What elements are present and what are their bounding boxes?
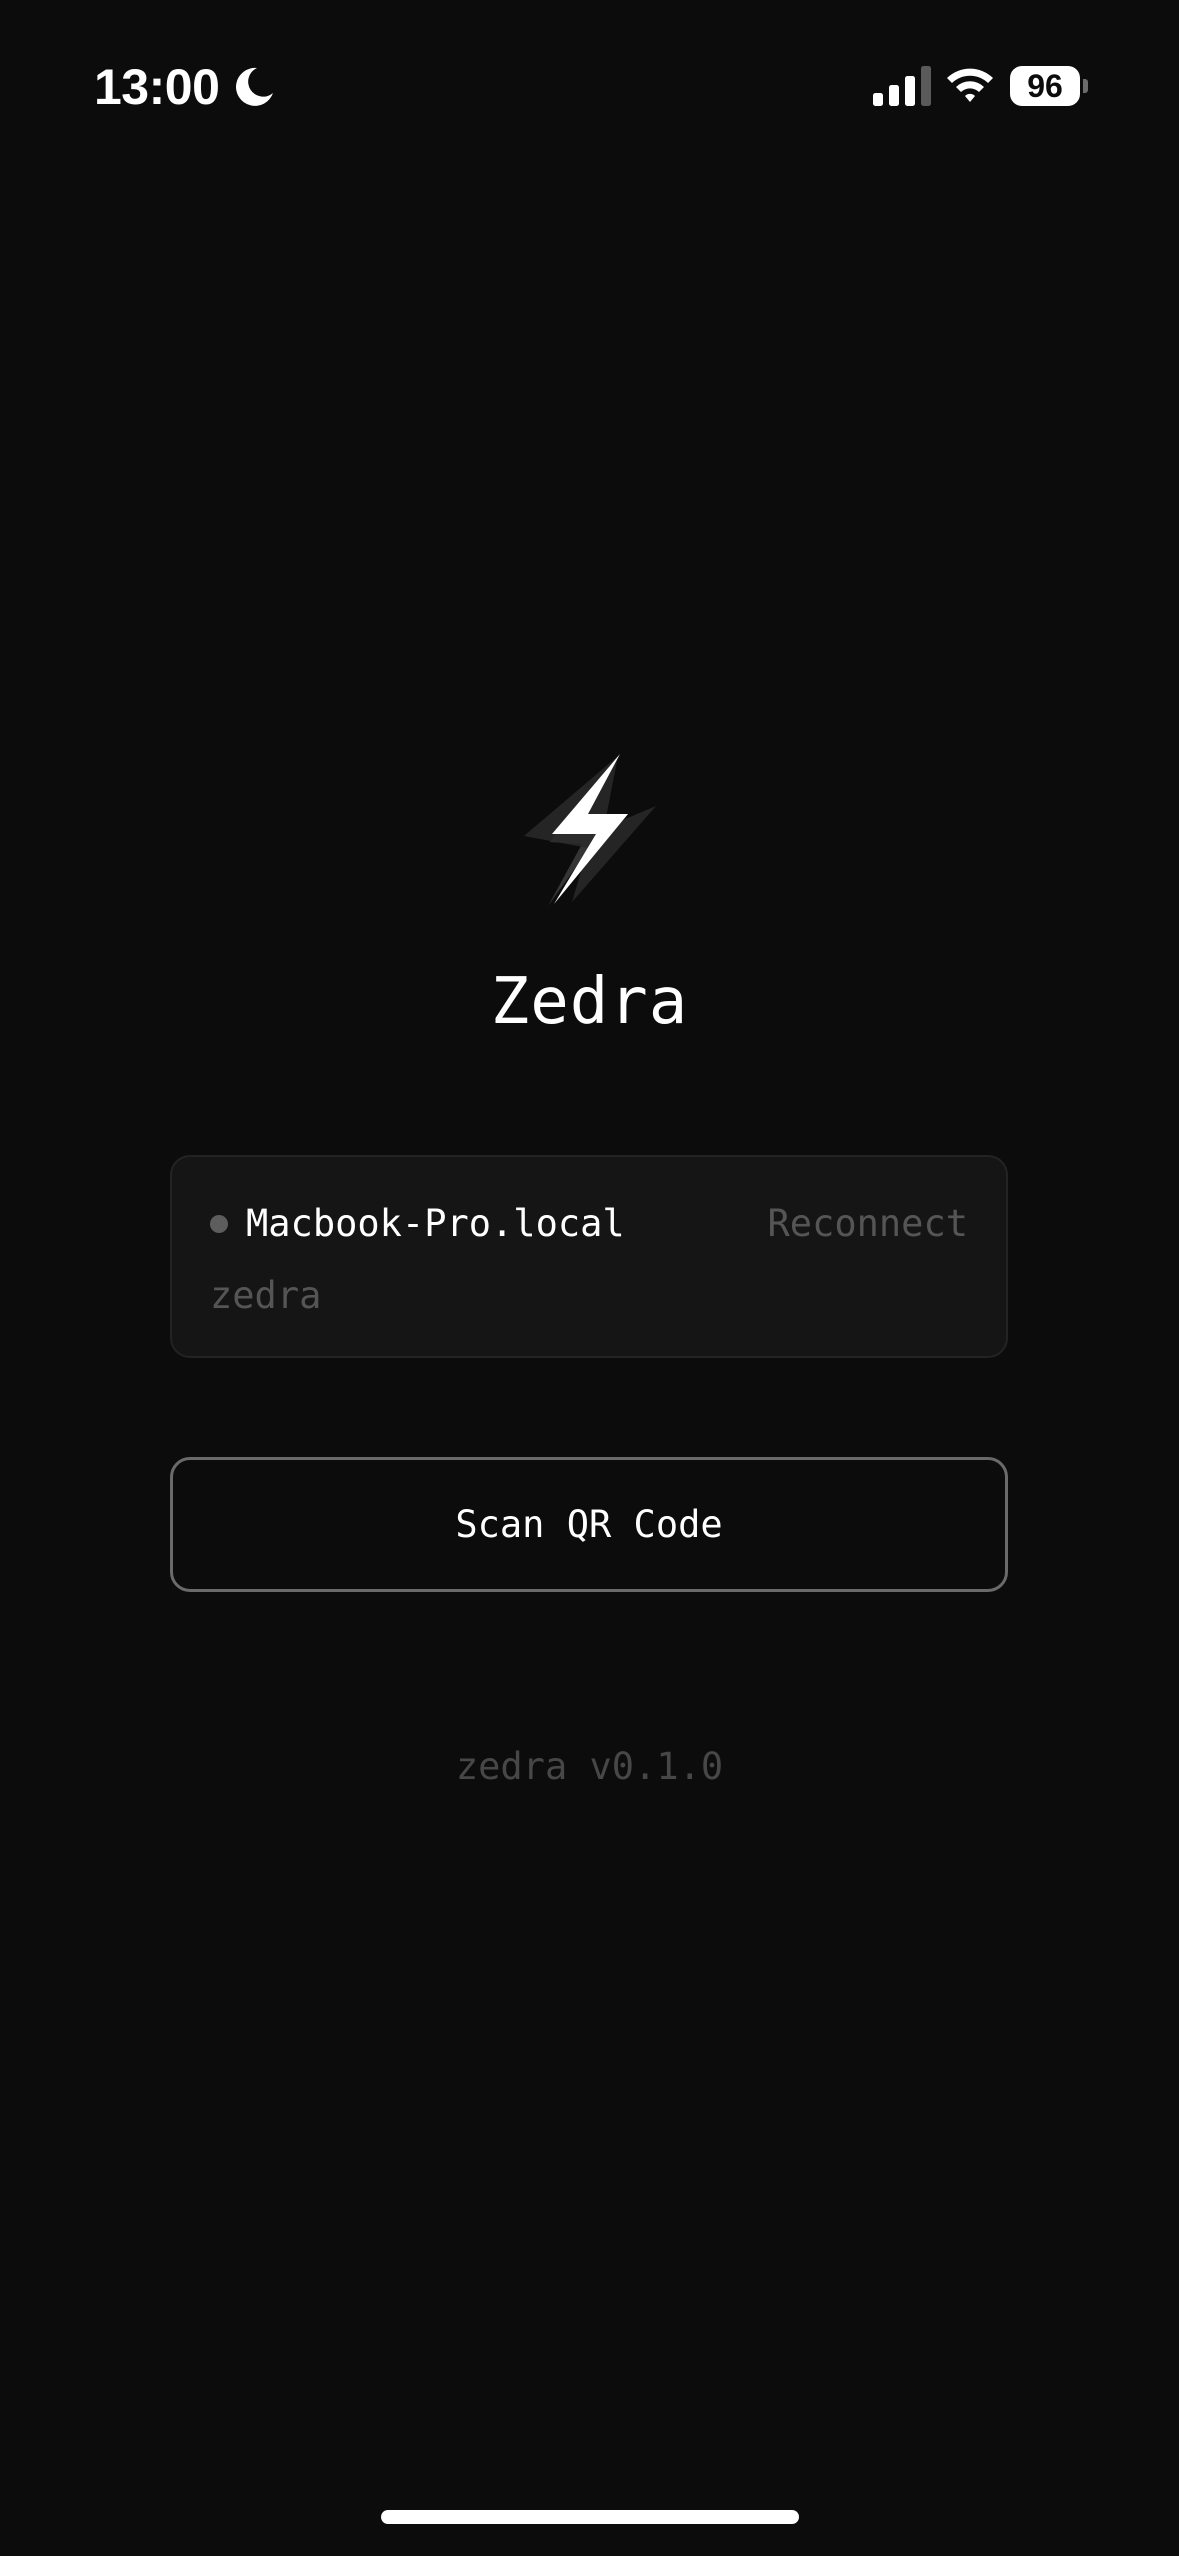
- status-time: 13:00: [94, 59, 220, 115]
- moon-icon: [236, 67, 273, 106]
- wifi-icon: [947, 68, 993, 102]
- scan-qr-code-button[interactable]: Scan QR Code: [170, 1457, 1008, 1592]
- scan-qr-code-label: Scan QR Code: [455, 1503, 723, 1546]
- connection-status-dot: [210, 1215, 228, 1233]
- battery-cap: [1083, 79, 1088, 93]
- saved-device-card[interactable]: Macbook-Pro.local Reconnect zedra: [170, 1155, 1008, 1358]
- home-indicator[interactable]: [381, 2510, 799, 2524]
- signal-icon: [873, 66, 931, 106]
- battery-level: 96: [1010, 66, 1080, 106]
- app-title: Zedra: [490, 965, 689, 1039]
- device-hostname: Macbook-Pro.local: [246, 1202, 625, 1245]
- battery-icon: 96: [1010, 66, 1088, 106]
- status-bar: 13:00 96: [0, 0, 1179, 170]
- device-username: zedra: [210, 1274, 322, 1317]
- app-version: zedra v0.1.0: [455, 1745, 724, 1788]
- lightning-bolt-icon: [524, 754, 656, 906]
- reconnect-button[interactable]: Reconnect: [768, 1199, 968, 1249]
